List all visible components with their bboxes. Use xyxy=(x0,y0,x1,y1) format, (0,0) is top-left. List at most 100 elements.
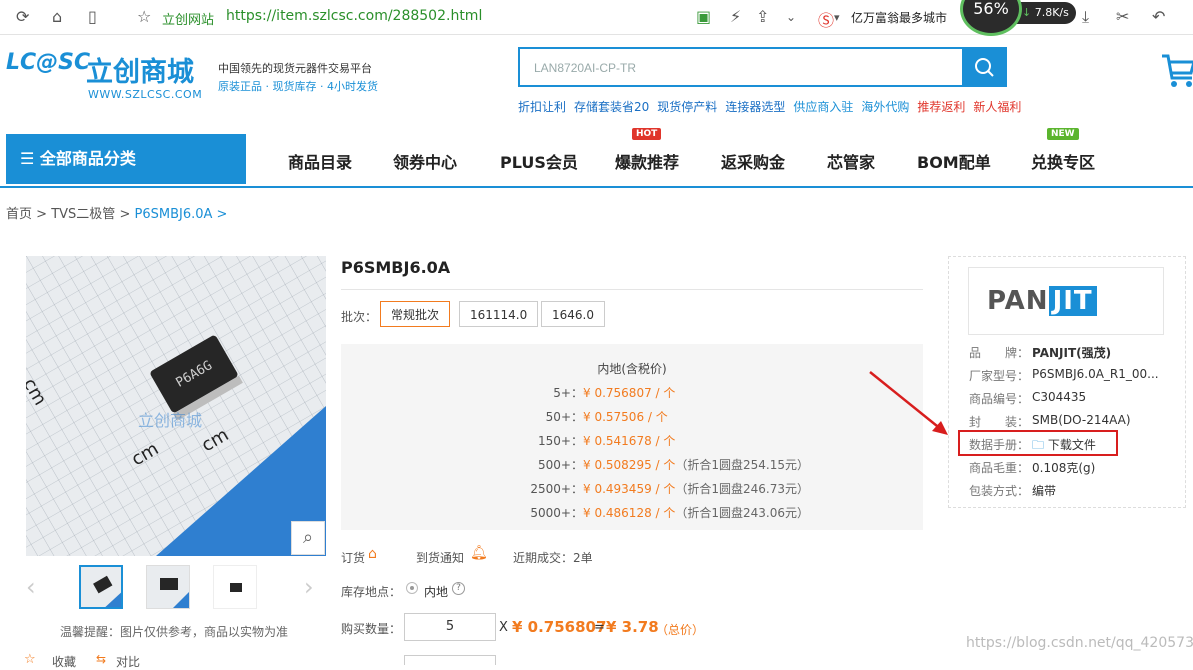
divider xyxy=(341,289,923,290)
price-amount: ¥ 0.508295 / 个 xyxy=(583,458,676,472)
order-icon[interactable]: ⌂ xyxy=(368,546,377,562)
spec-row: 商品编号： C304435 xyxy=(969,390,1086,407)
page-watermark: https://blog.csdn.net/qq_42057393 xyxy=(966,635,1193,651)
price-amount: ¥ 0.493459 / 个 xyxy=(583,482,676,496)
lightning-icon[interactable]: ⚡ xyxy=(730,7,741,26)
slogan-line2: 原装正品 · 现货库存 · 4小时发货 xyxy=(218,80,378,93)
speed-ball[interactable]: 56% xyxy=(960,0,1022,36)
spec-value: 0.108克(g) xyxy=(1032,459,1095,476)
spec-value: 编带 xyxy=(1032,482,1056,499)
net-speed-rate: 7.8K/s xyxy=(1034,6,1069,19)
new-badge: NEW xyxy=(1047,128,1079,140)
thumbnail-2[interactable] xyxy=(146,565,190,609)
thumbnail-3[interactable] xyxy=(213,565,257,609)
spec-label: 厂家型号： xyxy=(969,369,1030,383)
breadcrumb-sep: > xyxy=(119,207,131,222)
compare-link[interactable]: 对比 xyxy=(116,653,140,670)
bell-icon[interactable]: 🔔︎ xyxy=(470,545,488,561)
logo-name[interactable]: 立创商城 xyxy=(86,50,194,89)
thumb-next-icon[interactable]: › xyxy=(304,573,314,601)
nav-chip-manager[interactable]: 芯管家 xyxy=(827,149,875,173)
breadcrumb-home[interactable]: 首页 xyxy=(6,207,32,222)
annotation-arrow xyxy=(869,371,948,435)
cart-icon[interactable] xyxy=(1160,50,1193,98)
scissors-icon[interactable]: ✂ xyxy=(1116,7,1129,26)
batch-option-1[interactable]: 常规批次 xyxy=(380,301,451,327)
spec-value-text: C304435 xyxy=(1032,390,1087,404)
nav-plus[interactable]: PLUS会员 xyxy=(500,149,578,173)
logo-mark[interactable]: LC@SC xyxy=(6,50,90,75)
menu-icon: ☰ xyxy=(20,149,40,168)
zoom-icon[interactable]: ⌕ xyxy=(291,521,325,555)
product-image[interactable]: P6A6G cm cm cm 立创商城 xyxy=(26,256,326,556)
share-icon[interactable]: ⇪ xyxy=(756,7,769,26)
spec-value-text: P6SMBJ6.0A_R1_00... xyxy=(1032,367,1159,381)
price-table: 内地(含税价) 5+： ¥ 0.756807 / 个 50+： ¥ 0.57506 /… xyxy=(341,344,923,530)
hot-link[interactable]: 存储套装省20 xyxy=(574,100,649,114)
stock-radio[interactable] xyxy=(406,582,418,594)
undo-icon[interactable]: ↶ xyxy=(1152,7,1165,26)
nav-catalog[interactable]: 商品目录 xyxy=(288,149,352,173)
spec-row: 包装方式： 编带 xyxy=(969,482,1056,499)
breadcrumb-category[interactable]: TVS二极管 xyxy=(51,207,115,222)
help-icon[interactable]: ? xyxy=(452,582,465,595)
secondary-input[interactable] xyxy=(404,655,496,665)
brand-logo[interactable]: PAN JIT xyxy=(968,267,1164,335)
price-reel-ref: （折合1圆盘243.06元） xyxy=(675,506,810,520)
breadcrumb-current[interactable]: P6SMBJ6.0A xyxy=(134,207,212,222)
book-icon[interactable]: ▣ xyxy=(696,7,711,26)
chevron-down-icon[interactable]: ⌄ xyxy=(786,10,796,24)
notify-label[interactable]: 到货通知 xyxy=(416,549,464,566)
breadcrumb-sep: > xyxy=(216,207,228,222)
thumb-prev-icon[interactable]: ‹ xyxy=(26,573,36,601)
address-bar[interactable]: https://item.szlcsc.com/288502.html xyxy=(226,8,482,24)
order-label[interactable]: 订货 xyxy=(341,549,365,566)
batch-option-2[interactable]: 161114.0 xyxy=(459,301,539,327)
sogou-icon[interactable]: Ⓢ xyxy=(818,7,834,31)
price-value: ¥ 0.508295 / 个（折合1圆盘254.15元） xyxy=(583,456,809,473)
price-header: 内地(含税价) xyxy=(597,362,667,376)
price-amount: ¥ 0.541678 / 个 xyxy=(583,434,676,448)
hot-link[interactable]: 海外代购 xyxy=(861,100,909,114)
home-icon[interactable]: ⌂ xyxy=(52,7,62,26)
bookmark-star-icon[interactable]: ☆ xyxy=(137,7,151,26)
favorite-icon[interactable]: ☆ xyxy=(24,652,36,667)
batch-option-3[interactable]: 1646.0 xyxy=(541,301,605,327)
reader-icon[interactable]: ▯ xyxy=(88,7,97,26)
search-input[interactable] xyxy=(520,49,956,87)
spec-row: 品 牌： PANJIT(强茂) xyxy=(969,344,1111,361)
quantity-input[interactable]: 5 xyxy=(404,613,496,641)
hot-badge: HOT xyxy=(632,128,662,140)
thumbnail-1[interactable] xyxy=(79,565,123,609)
hot-link[interactable]: 折扣让利 xyxy=(518,100,566,114)
all-categories-button[interactable]: ☰ 全部商品分类 xyxy=(6,134,246,184)
search-button[interactable] xyxy=(962,47,1007,87)
search-box xyxy=(518,47,964,87)
price-qty: 50+： xyxy=(545,410,583,424)
stock-location-value: 内地 xyxy=(424,585,449,599)
hot-link[interactable]: 供应商入驻 xyxy=(793,100,853,114)
dropdown-icon[interactable]: ▾ xyxy=(834,11,840,24)
spec-row: 厂家型号： P6SMBJ6.0A_R1_00... xyxy=(969,367,1159,384)
refresh-icon[interactable]: ⟳ xyxy=(16,7,29,26)
logo-url: WWW.SZLCSC.COM xyxy=(88,88,203,101)
spec-row: 商品毛重： 0.108克(g) xyxy=(969,459,1095,476)
total-price: ¥ 3.78 xyxy=(606,618,659,636)
price-value: ¥ 0.486128 / 个（折合1圆盘243.06元） xyxy=(583,504,809,521)
nav-hot-picks[interactable]: 爆款推荐 xyxy=(615,149,679,173)
spec-value-text: 编带 xyxy=(1032,484,1057,498)
hot-link[interactable]: 现货停产料 xyxy=(657,100,717,114)
nav-exchange[interactable]: 兑换专区 xyxy=(1031,149,1095,173)
hot-link[interactable]: 推荐返利 xyxy=(917,100,965,114)
favorite-link[interactable]: 收藏 xyxy=(52,653,76,670)
compare-icon[interactable]: ⇆ xyxy=(96,652,106,666)
times-sign: X xyxy=(499,620,508,635)
nav-coupons[interactable]: 领券中心 xyxy=(393,149,457,173)
download-icon[interactable]: ⤓ xyxy=(1082,7,1089,27)
nav-rebate[interactable]: 返采购金 xyxy=(721,149,785,173)
nav-bom[interactable]: BOM配单 xyxy=(917,149,991,173)
news-ticker[interactable]: 亿万富翁最多城市 xyxy=(851,9,947,26)
hot-link[interactable]: 连接器选型 xyxy=(725,100,785,114)
hot-link[interactable]: 新人福利 xyxy=(973,100,1021,114)
buy-qty-label: 购买数量： xyxy=(341,622,402,636)
